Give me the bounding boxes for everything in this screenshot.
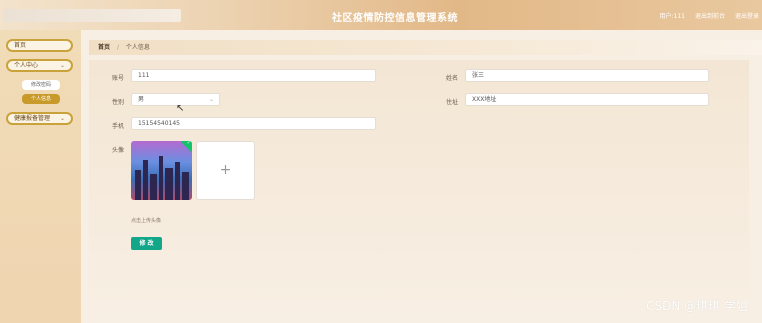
sidebar-subitem-change-password[interactable]: 修改密码	[22, 80, 60, 90]
avatar-thumbnail[interactable]: ✓	[131, 141, 192, 200]
app-title: 社区疫情防控信息管理系统	[332, 13, 458, 24]
account-label: 账号	[111, 75, 124, 82]
chevron-down-icon: ⌄	[59, 115, 65, 122]
sidebar-item-health-report[interactable]: 健康报备管理 ⌄	[6, 112, 73, 125]
name-field[interactable]: 张三	[465, 69, 709, 82]
breadcrumb-home[interactable]: 首页	[98, 44, 110, 51]
top-header: 社区疫情防控信息管理系统 用户:111 退出到前台 退出登录	[0, 0, 762, 30]
sidebar-item-label: 健康报备管理	[14, 115, 51, 122]
phone-field[interactable]: 15154540145	[131, 117, 376, 130]
sidebar-subitem-personal-info[interactable]: 个人信息	[22, 94, 60, 104]
sidebar-item-personal-center[interactable]: 个人中心 ⌄	[6, 59, 73, 72]
gender-selected-value: 男	[138, 96, 145, 103]
breadcrumb-separator: /	[116, 44, 119, 51]
chevron-down-icon: ⌄	[208, 96, 214, 103]
breadcrumb: 首页 / 个人信息	[89, 40, 762, 55]
watermark: CSDN @琪琪 学姐	[646, 299, 748, 313]
sidebar-item-label: 首页	[14, 42, 27, 49]
sidebar: 首页 个人中心 ⌄ 修改密码 个人信息 健康报备管理 ⌄	[0, 30, 81, 323]
upload-hint: 点击上传头像	[131, 218, 162, 224]
avatar-upload-button[interactable]: +	[196, 141, 255, 200]
name-label: 姓名	[445, 75, 458, 82]
chevron-down-icon: ⌄	[59, 62, 65, 69]
plus-icon: +	[219, 162, 232, 178]
account-field[interactable]: 111	[131, 69, 376, 82]
submit-button[interactable]: 修 改	[131, 237, 162, 250]
logout-link[interactable]: 退出登录	[735, 11, 759, 20]
breadcrumb-current: 个人信息	[125, 44, 150, 51]
avatar-label: 头像	[111, 147, 124, 154]
address-label: 住址	[445, 99, 458, 106]
header-nav: 用户:111 退出到前台 退出登录	[659, 11, 759, 20]
address-field[interactable]: XXX地址	[465, 93, 709, 106]
header-search-bar	[3, 9, 181, 22]
current-user-link[interactable]: 用户:111	[659, 11, 684, 20]
phone-label: 手机	[111, 123, 124, 130]
check-icon: ✓	[186, 141, 191, 146]
back-to-front-link[interactable]: 退出到前台	[695, 11, 725, 20]
sidebar-item-home[interactable]: 首页	[6, 39, 73, 52]
mouse-cursor-icon: ↖	[176, 103, 185, 114]
gender-label: 性别	[111, 99, 124, 106]
sidebar-item-label: 个人中心	[14, 62, 39, 69]
